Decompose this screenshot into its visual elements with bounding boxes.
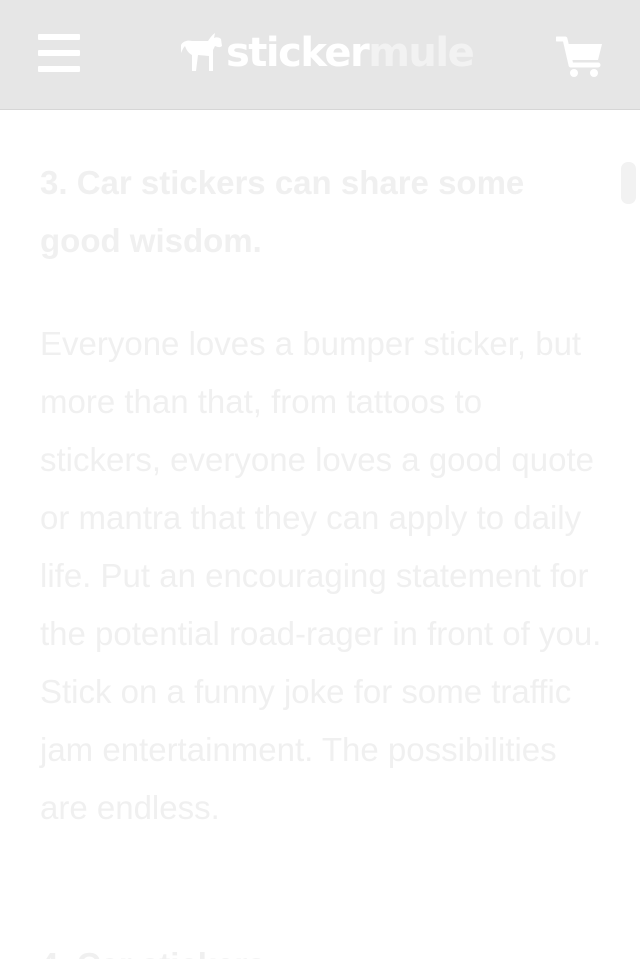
shopping-cart-icon[interactable] [554, 36, 604, 78]
section-heading: 3. Car stickers can share some good wisd… [40, 164, 525, 259]
section-paragraph: Everyone loves a bumper sticker, but mor… [40, 325, 602, 826]
top-nav-bar: stickermule [0, 0, 640, 110]
stickermule-logo[interactable]: stickermule [178, 28, 475, 78]
next-section-heading: 4. Car stickers [40, 936, 600, 959]
mule-horse-icon [181, 33, 222, 71]
hamburger-menu-icon[interactable] [36, 31, 82, 75]
scrollbar-thumb[interactable] [621, 162, 636, 204]
article-content: 3. Car stickers can share some good wisd… [0, 110, 640, 959]
logo-wordmark: stickermule [226, 30, 475, 76]
